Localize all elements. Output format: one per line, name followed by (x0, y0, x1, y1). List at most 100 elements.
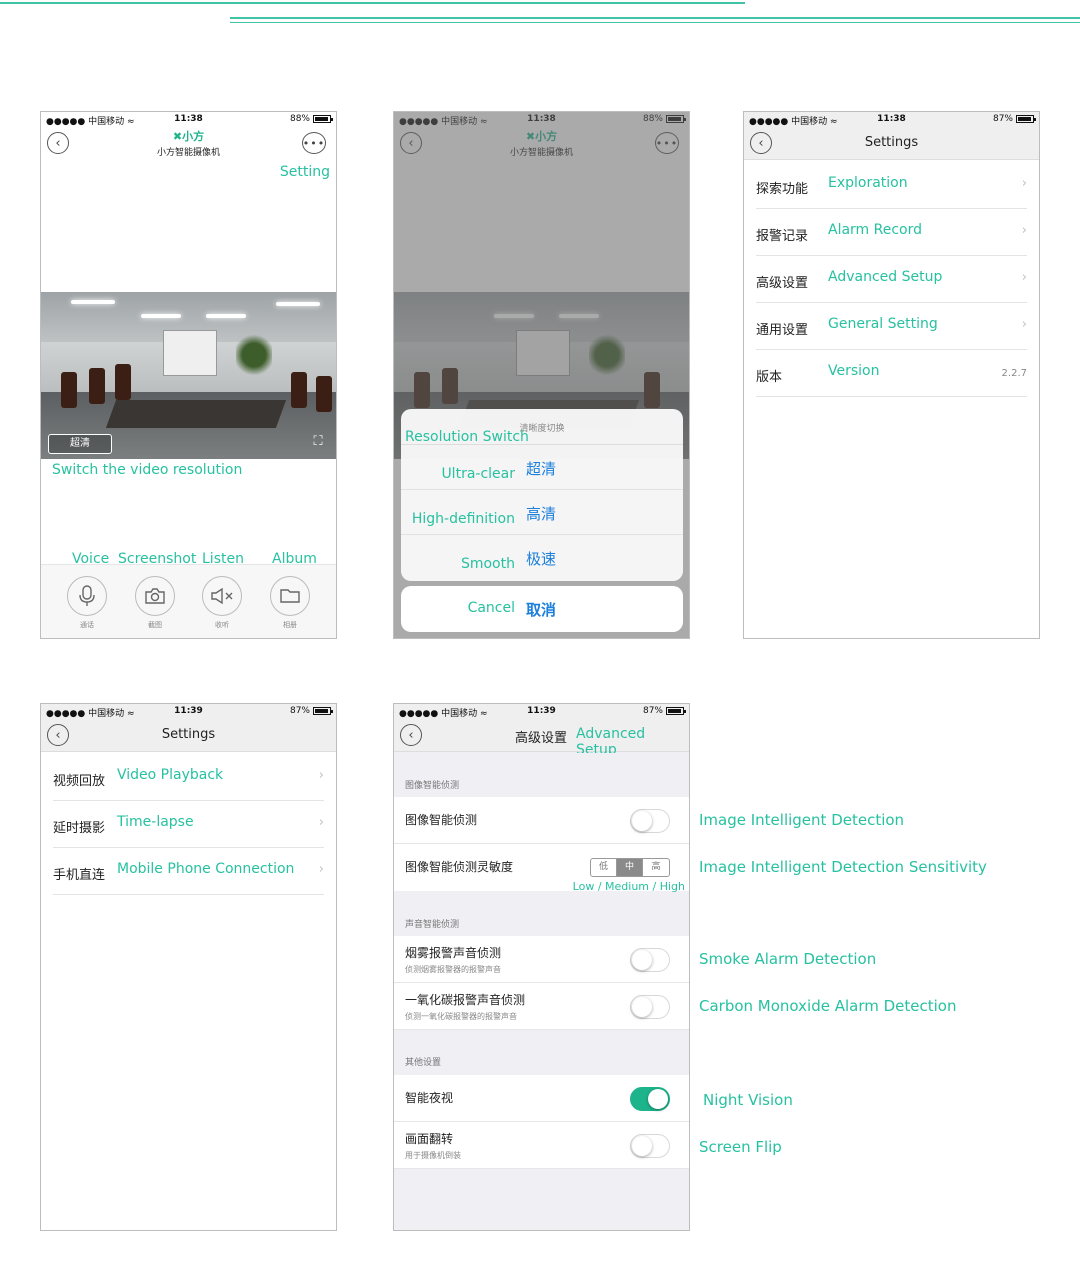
row-screen-flip: 画面翻转 用于摄像机倒装 (394, 1122, 689, 1169)
sensitivity-low[interactable]: 低 (591, 859, 617, 876)
page-title: 高级设置 (515, 731, 568, 746)
decorative-line-top-3 (230, 22, 1080, 23)
app-logo: ✖小方 小方智能摄像机 (41, 128, 336, 158)
night-vision-toggle[interactable] (630, 1087, 670, 1111)
row-annotation: Exploration (828, 175, 908, 191)
option-label-cn: 超清 (526, 460, 557, 478)
fullscreen-icon[interactable]: ⛶ (310, 434, 326, 450)
page-title: Settings (864, 135, 919, 150)
settings-row-advanced-setup[interactable]: 高级设置 Advanced Setup › (756, 256, 1027, 303)
chevron-right-icon: › (318, 815, 324, 830)
section-header-other: 其他设置 (394, 1030, 689, 1074)
row-label-cn: 视频回放 (53, 774, 106, 789)
annotation-image-sensitivity: Image Intelligent Detection Sensitivity (699, 858, 987, 876)
version-value: 2.2.7 (1001, 368, 1027, 379)
settings-row-version: 版本 Version 2.2.7 (756, 350, 1027, 397)
status-bar: ●●●●● 中国移动 ≈ 11:38 88% (41, 112, 336, 127)
chevron-right-icon: › (1021, 223, 1027, 238)
row-title: 智能夜视 (405, 1091, 454, 1105)
option-annotation: High-definition (411, 511, 515, 527)
row-annotation: Advanced Setup (828, 269, 943, 285)
settings-row-exploration[interactable]: 探索功能 Exploration › (756, 162, 1027, 209)
cancel-label: 取消 (526, 601, 557, 619)
settings-row-general-setting[interactable]: 通用设置 General Setting › (756, 303, 1027, 350)
more-icon[interactable]: ••• (302, 132, 326, 154)
annotation-resolution-switch: Resolution Switch (405, 429, 529, 445)
row-label-cn: 通用设置 (756, 323, 809, 338)
battery-percent: 87% (992, 114, 1013, 124)
co-alarm-toggle[interactable] (630, 995, 670, 1019)
row-annotation: Mobile Phone Connection (117, 861, 295, 877)
option-high-definition[interactable]: 高清 High-definition (401, 490, 683, 535)
row-subtitle: 侦测一氧化碳报警器的报警声音 (405, 1012, 517, 1021)
settings-row-mobile-connection[interactable]: 手机直连 Mobile Phone Connection › (53, 848, 324, 895)
row-smoke-alarm: 烟雾报警声音侦测 侦测烟雾报警器的报警声音 (394, 936, 689, 983)
image-detection-toggle[interactable] (630, 809, 670, 833)
row-label-cn: 探索功能 (756, 182, 809, 197)
resolution-button[interactable]: 超清 (48, 434, 112, 454)
page-title: Settings (161, 727, 216, 742)
brand-logo: ✖小方 (172, 130, 205, 143)
chevron-right-icon: › (1021, 176, 1027, 191)
chevron-right-icon: › (1021, 317, 1027, 332)
settings-row-alarm-record[interactable]: 报警记录 Alarm Record › (756, 209, 1027, 256)
row-night-vision: 智能夜视 (394, 1075, 689, 1122)
section-label: 其他设置 (405, 1058, 442, 1068)
row-title: 图像智能侦测灵敏度 (405, 860, 514, 874)
navbar: ‹ Settings (41, 718, 336, 752)
phone-live-view: ●●●●● 中国移动 ≈ 11:38 88% ‹ ✖小方 小方智能摄像机 •••… (40, 111, 337, 639)
battery-percent: 87% (289, 706, 310, 716)
row-subtitle: 侦测烟雾报警器的报警声音 (405, 965, 501, 974)
battery-icon (313, 115, 333, 123)
chevron-right-icon: › (1021, 270, 1027, 285)
row-title: 烟雾报警声音侦测 (405, 946, 502, 960)
option-smooth[interactable]: 极速 Smooth (401, 535, 683, 580)
decorative-line-top-2 (230, 17, 1080, 19)
status-bar: ●●●●● 中国移动 ≈ 11:39 87% (394, 704, 689, 719)
smoke-alarm-toggle[interactable] (630, 948, 670, 972)
camera-icon (145, 588, 165, 604)
row-annotation: General Setting (828, 316, 938, 332)
phone-resolution-switch: ●●●●● 中国移动 ≈ 11:38 88% ‹ ✖小方 小方智能摄像机 •••… (393, 111, 690, 639)
battery-icon (1016, 115, 1036, 123)
voice-button[interactable]: 通话 (66, 576, 108, 630)
row-title: 画面翻转 (405, 1132, 454, 1146)
album-button[interactable]: 相册 (269, 576, 311, 630)
cancel-button[interactable]: Cancel 取消 (401, 586, 683, 632)
row-annotation: Version (828, 363, 880, 379)
settings-row-video-playback[interactable]: 视频回放 Video Playback › (53, 754, 324, 801)
back-icon[interactable]: ‹ (400, 724, 422, 746)
option-ultra-clear[interactable]: 超清 Ultra-clear (401, 445, 683, 490)
screenshot-label: 截图 (148, 621, 162, 629)
row-image-detection: 图像智能侦测 (394, 797, 689, 844)
section-label: 图像智能侦测 (405, 781, 460, 791)
screen-flip-toggle[interactable] (630, 1134, 670, 1158)
sensitivity-segmented-control: 低 中 高 (590, 858, 670, 877)
annotation-smoke: Smoke Alarm Detection (699, 950, 877, 968)
chevron-right-icon: › (318, 862, 324, 877)
row-label-cn: 报警记录 (756, 229, 809, 244)
row-subtitle: 用于摄像机倒装 (405, 1151, 461, 1160)
annotation-switch-resolution: Switch the video resolution (52, 462, 243, 478)
annotation-image-detection: Image Intelligent Detection (699, 811, 905, 829)
screenshot-button[interactable]: 截图 (134, 576, 176, 630)
app-subtitle: 小方智能摄像机 (156, 148, 220, 158)
sensitivity-high[interactable]: 高 (643, 859, 669, 876)
annotation-night-vision: Night Vision (703, 1091, 793, 1109)
section-header-image: 图像智能侦测 (394, 753, 689, 797)
battery-percent: 87% (642, 706, 663, 716)
navbar: ‹ ✖小方 小方智能摄像机 ••• (41, 126, 336, 160)
chevron-right-icon: › (318, 768, 324, 783)
option-annotation: Smooth (460, 556, 515, 572)
battery-percent: 88% (289, 114, 310, 124)
decorative-line-top (0, 2, 745, 4)
status-bar: ●●●●● 中国移动 ≈ 11:38 87% (744, 112, 1039, 127)
camera-feed[interactable]: 超清 ⛶ (41, 292, 336, 459)
row-annotation: Alarm Record (828, 222, 923, 238)
sensitivity-medium[interactable]: 中 (617, 859, 643, 876)
settings-row-time-lapse[interactable]: 延时摄影 Time-lapse › (53, 801, 324, 848)
section-label: 声音智能侦测 (405, 920, 460, 930)
row-label-cn: 高级设置 (756, 276, 809, 291)
listen-button[interactable]: 收听 (201, 576, 243, 630)
row-label-cn: 版本 (756, 370, 783, 385)
